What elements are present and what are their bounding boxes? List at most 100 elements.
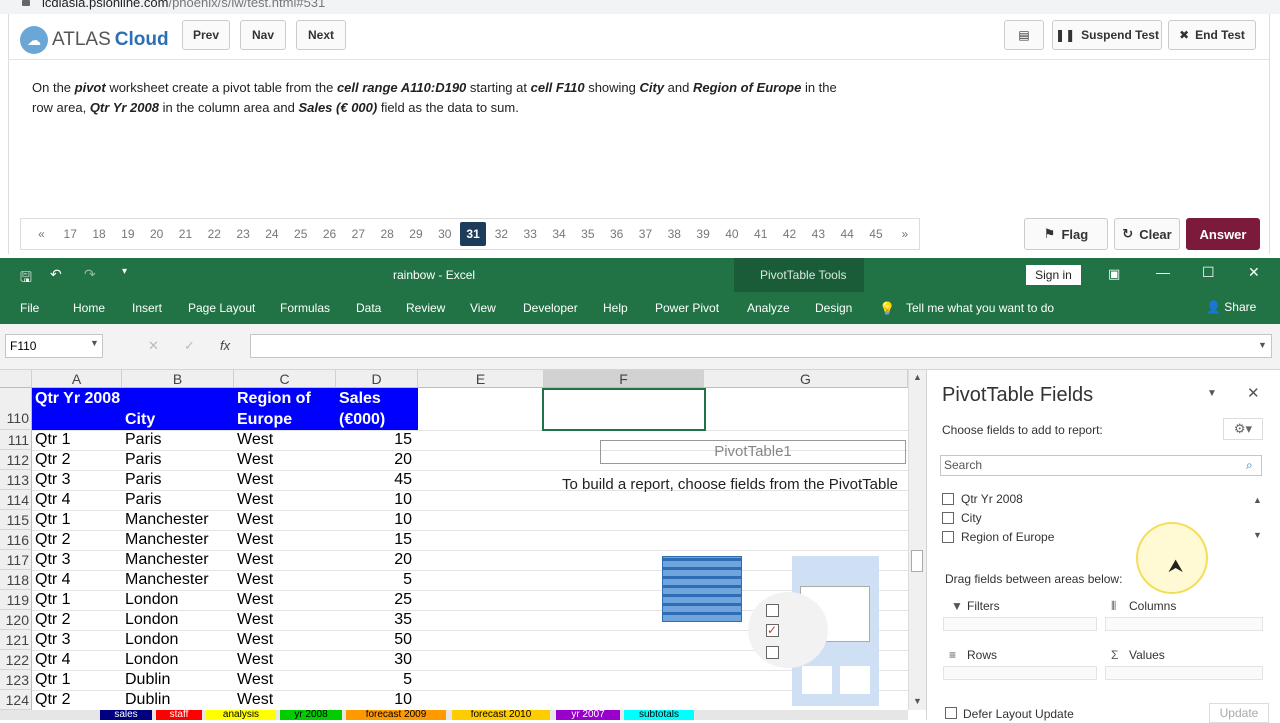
cell-c[interactable]: West — [237, 690, 336, 710]
row-header[interactable]: 114 — [0, 490, 32, 510]
cell-d[interactable]: 5 — [336, 570, 418, 590]
end-test-button[interactable]: ✖ End Test — [1168, 20, 1256, 50]
ribbon-tab-insert[interactable]: Insert — [132, 301, 162, 315]
row-header[interactable]: 120 — [0, 610, 32, 630]
ribbon-tab-view[interactable]: View — [470, 301, 496, 315]
header-cell-c[interactable]: Region of Europe — [234, 388, 336, 430]
cell-d[interactable]: 30 — [336, 650, 418, 670]
cell-b[interactable]: Manchester — [125, 510, 234, 530]
cell-b[interactable]: Paris — [125, 470, 234, 490]
ribbon-tab-page-layout[interactable]: Page Layout — [188, 301, 255, 315]
sheet-tab[interactable]: forecast 2009 — [346, 710, 446, 720]
page-43[interactable]: 43 — [804, 227, 833, 241]
vertical-scrollbar[interactable]: ▲ ▼ — [908, 370, 926, 710]
ribbon-tab-home[interactable]: Home — [73, 301, 105, 315]
close-window-icon[interactable]: ✕ — [1248, 264, 1260, 281]
ribbon-tab-developer[interactable]: Developer — [523, 301, 578, 315]
pager-first[interactable]: « — [27, 227, 56, 241]
address-bar[interactable]: icdlasia.psionline.com/phoenix/s/iw/test… — [0, 0, 1280, 14]
ribbon-display-icon[interactable]: ▣ — [1108, 266, 1120, 282]
scroll-up-icon[interactable]: ▲ — [913, 372, 922, 382]
page-26[interactable]: 26 — [315, 227, 344, 241]
cell-b[interactable]: Paris — [125, 430, 234, 450]
ribbon-tab-help[interactable]: Help — [603, 301, 628, 315]
scroll-down-icon[interactable]: ▼ — [913, 696, 922, 706]
page-25[interactable]: 25 — [286, 227, 315, 241]
cell-b[interactable]: Paris — [125, 490, 234, 510]
close-pane-icon[interactable]: ✕ — [1247, 384, 1260, 402]
row-header[interactable]: 119 — [0, 590, 32, 610]
row-header[interactable]: 112 — [0, 450, 32, 470]
sheet-tab[interactable]: staff — [156, 710, 202, 720]
page-31[interactable]: 31 — [460, 222, 487, 246]
sign-in-button[interactable]: Sign in — [1026, 265, 1081, 285]
row-header[interactable]: 124 — [0, 690, 32, 710]
column-header-b[interactable]: B — [122, 370, 234, 388]
sheet-tab[interactable]: yr 2007 — [556, 710, 620, 720]
nav-button[interactable]: Nav — [240, 20, 286, 50]
field-item[interactable]: Region of Europe — [942, 530, 1054, 544]
sheet-tab[interactable]: analysis — [206, 710, 276, 720]
expand-formula-icon[interactable]: ▼ — [1258, 340, 1267, 350]
column-header-f[interactable]: F — [544, 370, 704, 388]
cell-c[interactable]: West — [237, 490, 336, 510]
row-header[interactable]: 116 — [0, 530, 32, 550]
page-23[interactable]: 23 — [229, 227, 258, 241]
cell-c[interactable]: West — [237, 530, 336, 550]
cell-a[interactable]: Qtr 4 — [35, 490, 122, 510]
sheet-tab[interactable]: forecast 2010 — [452, 710, 550, 720]
cell-c[interactable]: West — [237, 450, 336, 470]
namebox-dropdown-icon[interactable]: ▼ — [90, 338, 99, 348]
ribbon-tab-review[interactable]: Review — [406, 301, 445, 315]
cell-c[interactable]: West — [237, 570, 336, 590]
cell-c[interactable]: West — [237, 470, 336, 490]
gear-icon[interactable]: ⚙▾ — [1223, 418, 1263, 440]
page-35[interactable]: 35 — [573, 227, 602, 241]
cell-d[interactable]: 10 — [336, 490, 418, 510]
header-cell-b[interactable]: City — [122, 388, 234, 430]
ribbon-tab-file[interactable]: File — [20, 301, 39, 315]
page-18[interactable]: 18 — [85, 227, 114, 241]
insert-function-button[interactable]: fx — [220, 338, 230, 353]
column-header-d[interactable]: D — [336, 370, 418, 388]
ribbon-tab-design[interactable]: Design — [815, 301, 852, 315]
page-19[interactable]: 19 — [113, 227, 142, 241]
page-28[interactable]: 28 — [373, 227, 402, 241]
column-header-c[interactable]: C — [234, 370, 336, 388]
cell-c[interactable]: West — [237, 650, 336, 670]
values-drop-area[interactable] — [1105, 666, 1263, 680]
maximize-icon[interactable]: ☐ — [1202, 264, 1215, 281]
cell-c[interactable]: West — [237, 430, 336, 450]
cell-c[interactable]: West — [237, 510, 336, 530]
page-29[interactable]: 29 — [402, 227, 431, 241]
tell-me-box[interactable]: Tell me what you want to do — [906, 301, 1054, 315]
row-header[interactable]: 115 — [0, 510, 32, 530]
undo-icon[interactable]: ↶ — [50, 266, 62, 283]
enter-icon[interactable]: ✓ — [184, 338, 195, 354]
row-header[interactable]: 110 — [0, 388, 32, 430]
cell-d[interactable]: 50 — [336, 630, 418, 650]
cancel-icon[interactable]: ✕ — [148, 338, 159, 354]
page-21[interactable]: 21 — [171, 227, 200, 241]
row-header[interactable]: 121 — [0, 630, 32, 650]
cell-d[interactable]: 10 — [336, 690, 418, 710]
cell-b[interactable]: London — [125, 650, 234, 670]
prev-button[interactable]: Prev — [182, 20, 230, 50]
page-22[interactable]: 22 — [200, 227, 229, 241]
page-32[interactable]: 32 — [487, 227, 516, 241]
cell-a[interactable]: Qtr 2 — [35, 610, 122, 630]
cell-a[interactable]: Qtr 1 — [35, 670, 122, 690]
customize-qat-icon[interactable]: ▾ — [122, 266, 127, 277]
row-header[interactable]: 122 — [0, 650, 32, 670]
cell-a[interactable]: Qtr 3 — [35, 470, 122, 490]
cell-b[interactable]: Paris — [125, 450, 234, 470]
column-header-a[interactable]: A — [32, 370, 122, 388]
defer-checkbox[interactable] — [945, 707, 957, 719]
cell-a[interactable]: Qtr 2 — [35, 530, 122, 550]
ribbon-tab-power-pivot[interactable]: Power Pivot — [655, 301, 719, 315]
cell-b[interactable]: Manchester — [125, 550, 234, 570]
cell-c[interactable]: West — [237, 590, 336, 610]
page-38[interactable]: 38 — [660, 227, 689, 241]
field-list-scroll-down[interactable]: ▼ — [1253, 530, 1262, 540]
page-27[interactable]: 27 — [344, 227, 373, 241]
